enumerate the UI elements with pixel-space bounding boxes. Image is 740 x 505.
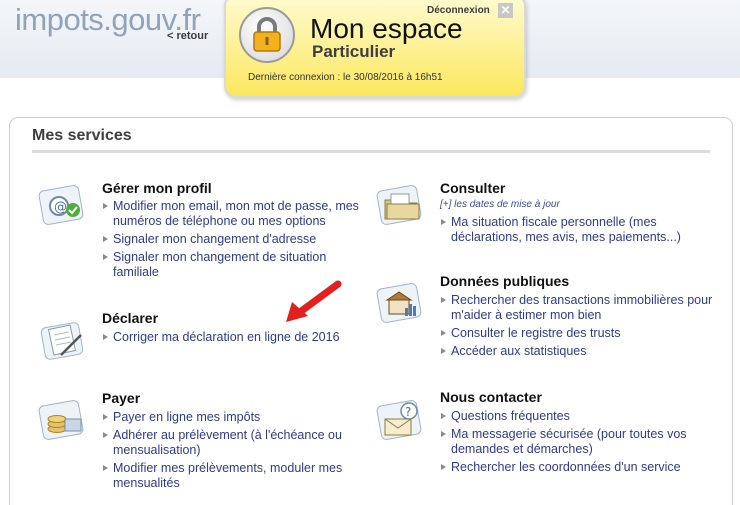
faq-link[interactable]: Questions fréquentes [451,409,570,423]
donnees-title: Données publiques [440,273,570,289]
services-box: Mes services @ Gérer mon profil Modifier… [9,117,733,505]
secure-messaging-link[interactable]: Ma messagerie sécurisée (pour toutes vos… [451,427,687,456]
list-item: Signaler mon changement de situation fam… [102,250,370,280]
list-item: Questions fréquentes [440,409,715,424]
update-dates-toggle[interactable]: [+] les dates de mise à jour [440,199,560,210]
logout-link[interactable]: Déconnexion [427,5,490,16]
consulter-title: Consulter [440,180,506,196]
public-data-icon [375,276,429,326]
list-item: Modifier mon email, mon mot de passe, me… [102,199,370,229]
contact-title: Nous contacter [440,389,542,405]
change-address-link[interactable]: Signaler mon changement d'adresse [113,232,316,246]
declare-icon [37,313,91,363]
pay-online-link[interactable]: Payer en ligne mes impôts [113,410,260,424]
adhere-prelevement-link[interactable]: Adhérer au prélèvement (à l'échéance ou … [113,428,342,457]
service-contact-search-link[interactable]: Rechercher les coordonnées d'un service [451,460,681,474]
services-divider [32,150,710,153]
profile-icon: @ [37,178,91,228]
declarer-title: Déclarer [102,310,159,326]
modify-email-link[interactable]: Modifier mon email, mon mot de passe, me… [113,199,359,228]
list-item: Rechercher des transactions immobilières… [440,293,715,323]
pay-icon [37,393,91,443]
list-item: Signaler mon changement d'adresse [102,232,370,247]
modify-prelevements-link[interactable]: Modifier mes prélèvements, moduler mes m… [113,461,342,490]
back-link[interactable]: < retour [167,30,208,42]
close-icon[interactable]: ✕ [498,3,513,18]
lock-icon [239,7,295,63]
contact-icon: ? [375,393,429,443]
svg-text:@: @ [54,200,67,215]
trust-registry-link[interactable]: Consulter le registre des trusts [451,326,621,340]
payer-links: Payer en ligne mes impôts Adhérer au pré… [102,410,370,494]
espace-title: Mon espace [310,13,463,44]
espace-subtitle: Particulier [312,42,396,61]
declarer-links: Corriger ma déclaration en ligne de 2016 [102,330,370,348]
list-item: Accéder aux statistiques [440,344,715,359]
fiscal-situation-link[interactable]: Ma situation fiscale personnelle (mes dé… [451,215,681,244]
list-item: Corriger ma déclaration en ligne de 2016 [102,330,370,345]
list-item: Payer en ligne mes impôts [102,410,370,425]
correct-declaration-link[interactable]: Corriger ma déclaration en ligne de 2016 [113,330,340,344]
real-estate-search-link[interactable]: Rechercher des transactions immobilières… [451,293,712,322]
list-item: Ma situation fiscale personnelle (mes dé… [440,215,715,245]
list-item: Rechercher les coordonnées d'un service [440,460,715,475]
svg-text:?: ? [405,405,411,419]
consult-icon [375,178,429,228]
profil-links: Modifier mon email, mon mot de passe, me… [102,199,370,283]
list-item: Consulter le registre des trusts [440,326,715,341]
list-item: Ma messagerie sécurisée (pour toutes vos… [440,427,715,457]
contact-links: Questions fréquentes Ma messagerie sécur… [440,409,715,478]
last-login-text: Dernière connexion : le 30/08/2016 à 16h… [248,72,443,83]
list-item: Adhérer au prélèvement (à l'échéance ou … [102,428,370,458]
services-title: Mes services [32,127,132,144]
payer-title: Payer [102,390,141,406]
list-item: Modifier mes prélèvements, moduler mes m… [102,461,370,491]
donnees-links: Rechercher des transactions immobilières… [440,293,715,362]
change-family-link[interactable]: Signaler mon changement de situation fam… [113,250,326,279]
profil-title: Gérer mon profil [102,180,212,196]
mon-espace-panel: Mon espace Particulier Dernière connexio… [224,0,526,98]
red-arrow-icon [282,280,344,331]
statistics-link[interactable]: Accéder aux statistiques [451,344,587,358]
consulter-links: Ma situation fiscale personnelle (mes dé… [440,215,715,248]
